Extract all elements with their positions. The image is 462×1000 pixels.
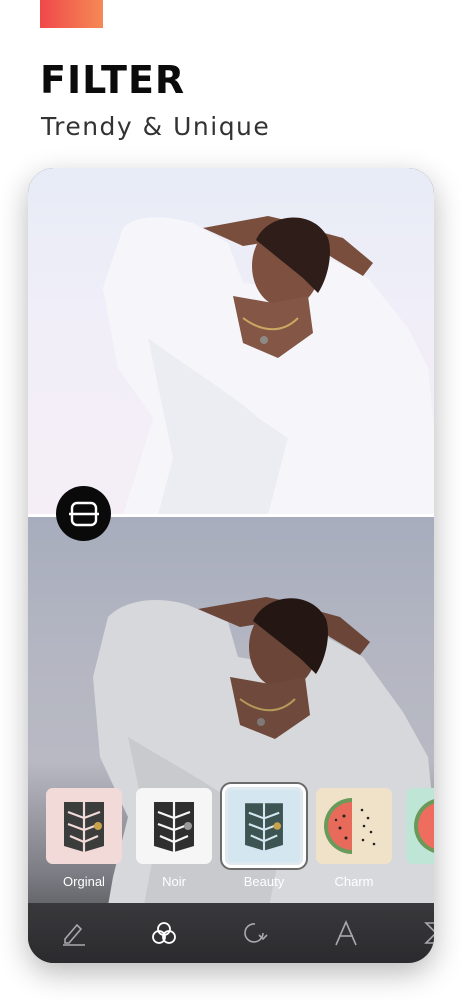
watermelon-slice-icon <box>316 788 392 864</box>
compare-handle[interactable] <box>56 486 111 541</box>
hero-subtitle: Trendy & Unique <box>41 112 271 141</box>
filter-label: Beauty <box>243 874 285 889</box>
filters-circles-icon <box>152 922 176 944</box>
filter-label: Orginal <box>63 874 105 889</box>
filter-item-partial[interactable]: C <box>406 788 434 889</box>
filter-item-charm[interactable]: Charm <box>316 788 392 889</box>
rotate-icon <box>244 923 268 943</box>
filter-thumbnail-selected <box>222 784 306 868</box>
rotate-tool-button[interactable] <box>235 913 275 953</box>
original-photo <box>28 168 434 515</box>
phone-mockup: Orginal Noir Beauty Charm <box>28 168 434 963</box>
filter-label: Noir <box>162 874 186 889</box>
text-tool-button[interactable] <box>326 913 366 953</box>
watermelon-slice-icon <box>406 788 434 864</box>
sigma-icon <box>424 922 434 944</box>
filter-label: Charm <box>334 874 374 889</box>
filter-label: C <box>406 874 434 889</box>
filter-thumbnail <box>136 788 212 864</box>
monstera-leaf-icon <box>136 788 212 864</box>
filter-thumbnail <box>406 788 434 864</box>
edit-tool-button[interactable] <box>53 913 93 953</box>
hero-title: FILTER <box>40 58 186 102</box>
portrait-figure-top <box>103 216 434 515</box>
monstera-leaf-icon <box>46 788 122 864</box>
filter-item-beauty[interactable]: Beauty <box>222 784 306 889</box>
filter-item-noir[interactable]: Noir <box>136 788 212 889</box>
split-compare-icon <box>68 501 99 526</box>
filter-strip: Orginal Noir Beauty Charm <box>28 784 434 900</box>
monstera-leaf-icon <box>228 790 300 862</box>
filters-tool-button[interactable] <box>144 913 184 953</box>
filter-thumbnail <box>316 788 392 864</box>
filter-item-orginal[interactable]: Orginal <box>46 788 122 889</box>
filter-thumbnail <box>46 788 122 864</box>
edit-pencil-icon <box>63 923 85 946</box>
accent-bar <box>40 0 103 28</box>
sigma-tool-button[interactable] <box>414 913 434 953</box>
bottom-toolbar <box>28 903 434 963</box>
text-font-icon <box>335 919 357 946</box>
